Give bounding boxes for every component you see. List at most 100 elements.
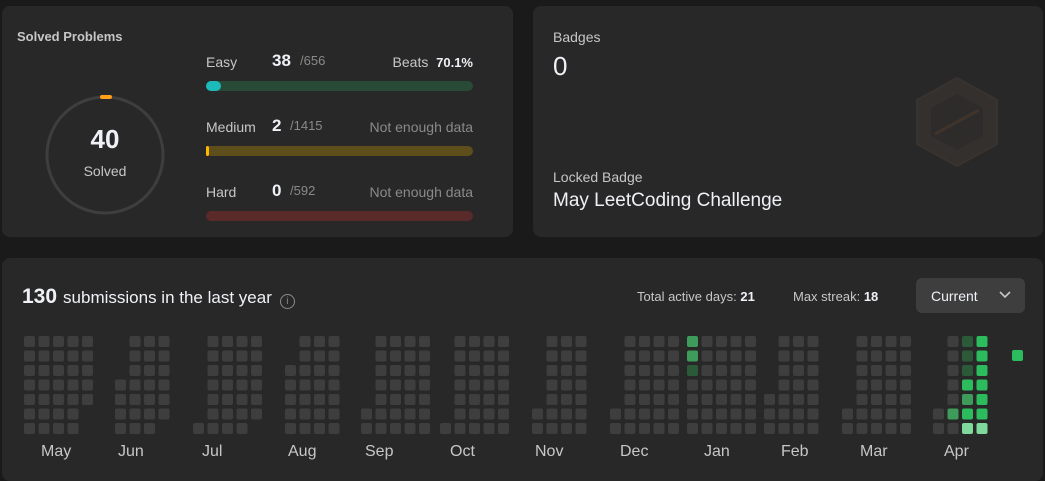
calendar-day-cell[interactable] — [390, 379, 401, 391]
calendar-day-cell[interactable] — [962, 336, 973, 347]
calendar-day-cell[interactable] — [38, 394, 50, 405]
calendar-day-cell[interactable] — [793, 408, 804, 420]
calendar-day-cell[interactable] — [483, 394, 495, 405]
calendar-day-cell[interactable] — [314, 379, 325, 391]
badges-card[interactable]: Badges 0 Locked Badge May LeetCoding Cha… — [533, 6, 1043, 237]
calendar-day-cell[interactable] — [842, 408, 853, 420]
calendar-day-cell[interactable] — [144, 350, 155, 362]
calendar-day-cell[interactable] — [745, 394, 756, 405]
calendar-day-cell[interactable] — [67, 336, 79, 347]
calendar-day-cell[interactable] — [144, 379, 155, 391]
calendar-day-cell[interactable] — [236, 408, 248, 420]
calendar-day-cell[interactable] — [900, 408, 911, 420]
calendar-day-cell[interactable] — [856, 379, 868, 391]
calendar-day-cell[interactable] — [639, 379, 650, 391]
calendar-day-cell[interactable] — [328, 336, 340, 347]
calendar-day-cell[interactable] — [947, 365, 959, 376]
calendar-day-cell[interactable] — [38, 423, 50, 434]
calendar-day-cell[interactable] — [144, 336, 155, 347]
calendar-day-cell[interactable] — [764, 408, 775, 420]
calendar-day-cell[interactable] — [807, 350, 819, 362]
calendar-day-cell[interactable] — [668, 394, 679, 405]
calendar-day-cell[interactable] — [222, 379, 233, 391]
calendar-day-cell[interactable] — [793, 394, 804, 405]
calendar-day-cell[interactable] — [900, 379, 911, 391]
calendar-day-cell[interactable] — [730, 408, 742, 420]
calendar-day-cell[interactable] — [404, 379, 416, 391]
calendar-day-cell[interactable] — [129, 365, 141, 376]
calendar-day-cell[interactable] — [158, 365, 170, 376]
calendar-day-cell[interactable] — [885, 379, 897, 391]
calendar-day-cell[interactable] — [900, 336, 911, 347]
calendar-day-cell[interactable] — [390, 365, 401, 376]
calendar-day-cell[interactable] — [314, 350, 325, 362]
calendar-day-cell[interactable] — [24, 408, 35, 420]
calendar-day-cell[interactable] — [856, 336, 868, 347]
calendar-day-cell[interactable] — [404, 423, 416, 434]
calendar-day-cell[interactable] — [575, 379, 587, 391]
calendar-day-cell[interactable] — [745, 408, 756, 420]
calendar-day-cell[interactable] — [207, 350, 219, 362]
calendar-day-cell[interactable] — [222, 365, 233, 376]
calendar-day-cell[interactable] — [38, 408, 50, 420]
calendar-day-cell[interactable] — [498, 336, 509, 347]
calendar-day-cell[interactable] — [285, 379, 296, 391]
calendar-day-cell[interactable] — [24, 423, 35, 434]
calendar-day-cell[interactable] — [236, 336, 248, 347]
calendar-day-cell[interactable] — [144, 394, 155, 405]
calendar-day-cell[interactable] — [962, 423, 973, 434]
calendar-day-cell[interactable] — [976, 423, 988, 434]
calendar-day-cell[interactable] — [856, 423, 868, 434]
calendar-day-cell[interactable] — [716, 350, 727, 362]
calendar-day-cell[interactable] — [639, 394, 650, 405]
calendar-day-cell[interactable] — [222, 394, 233, 405]
calendar-day-cell[interactable] — [67, 394, 79, 405]
calendar-day-cell[interactable] — [947, 350, 959, 362]
calendar-day-cell[interactable] — [236, 394, 248, 405]
calendar-day-cell[interactable] — [546, 394, 558, 405]
calendar-day-cell[interactable] — [793, 350, 804, 362]
calendar-day-cell[interactable] — [687, 423, 698, 434]
calendar-day-cell[interactable] — [67, 408, 79, 420]
calendar-day-cell[interactable] — [207, 365, 219, 376]
calendar-day-cell[interactable] — [639, 365, 650, 376]
calendar-day-cell[interactable] — [701, 379, 713, 391]
calendar-day-cell[interactable] — [299, 365, 311, 376]
calendar-day-cell[interactable] — [498, 350, 509, 362]
calendar-day-cell[interactable] — [546, 423, 558, 434]
calendar-day-cell[interactable] — [144, 423, 155, 434]
calendar-day-cell[interactable] — [624, 336, 636, 347]
calendar-day-cell[interactable] — [687, 408, 698, 420]
calendar-day-cell[interactable] — [856, 408, 868, 420]
calendar-day-cell[interactable] — [764, 394, 775, 405]
calendar-day-cell[interactable] — [53, 408, 64, 420]
calendar-day-cell[interactable] — [871, 423, 882, 434]
calendar-day-cell[interactable] — [404, 394, 416, 405]
calendar-day-cell[interactable] — [639, 423, 650, 434]
calendar-day-cell[interactable] — [716, 336, 727, 347]
calendar-day-cell[interactable] — [193, 423, 204, 434]
calendar-day-cell[interactable] — [454, 336, 466, 347]
calendar-day-cell[interactable] — [532, 408, 543, 420]
calendar-day-cell[interactable] — [498, 365, 509, 376]
calendar-day-cell[interactable] — [842, 423, 853, 434]
calendar-day-cell[interactable] — [730, 423, 742, 434]
calendar-day-cell[interactable] — [207, 379, 219, 391]
calendar-day-cell[interactable] — [807, 423, 819, 434]
calendar-day-cell[interactable] — [251, 394, 262, 405]
calendar-day-cell[interactable] — [807, 336, 819, 347]
calendar-day-cell[interactable] — [483, 379, 495, 391]
calendar-day-cell[interactable] — [653, 365, 665, 376]
calendar-day-cell[interactable] — [158, 379, 170, 391]
calendar-day-cell[interactable] — [361, 408, 372, 420]
calendar-day-cell[interactable] — [285, 394, 296, 405]
calendar-day-cell[interactable] — [483, 336, 495, 347]
calendar-day-cell[interactable] — [222, 336, 233, 347]
calendar-day-cell[interactable] — [207, 408, 219, 420]
calendar-day-cell[interactable] — [561, 379, 572, 391]
calendar-day-cell[interactable] — [82, 379, 93, 391]
calendar-day-cell[interactable] — [375, 379, 387, 391]
calendar-day-cell[interactable] — [129, 394, 141, 405]
calendar-day-cell[interactable] — [653, 408, 665, 420]
calendar-day-cell[interactable] — [871, 350, 882, 362]
